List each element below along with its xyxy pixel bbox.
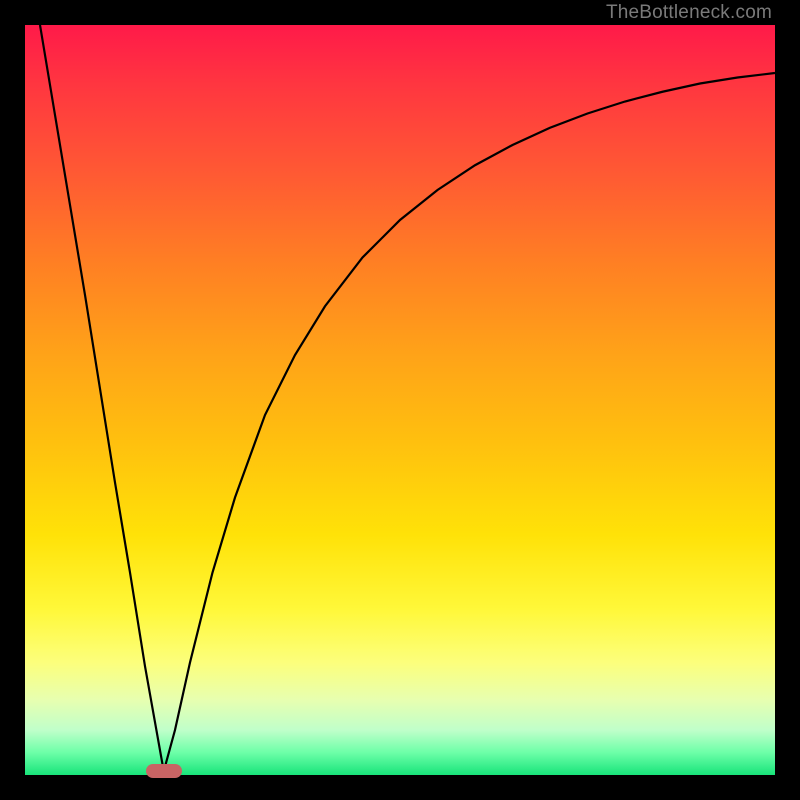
curve-right-branch [164,73,775,771]
chart-svg [25,25,775,775]
curve-left-branch [40,25,164,771]
watermark-text: TheBottleneck.com [606,2,772,24]
min-marker [146,764,182,778]
plot-area [25,25,775,775]
